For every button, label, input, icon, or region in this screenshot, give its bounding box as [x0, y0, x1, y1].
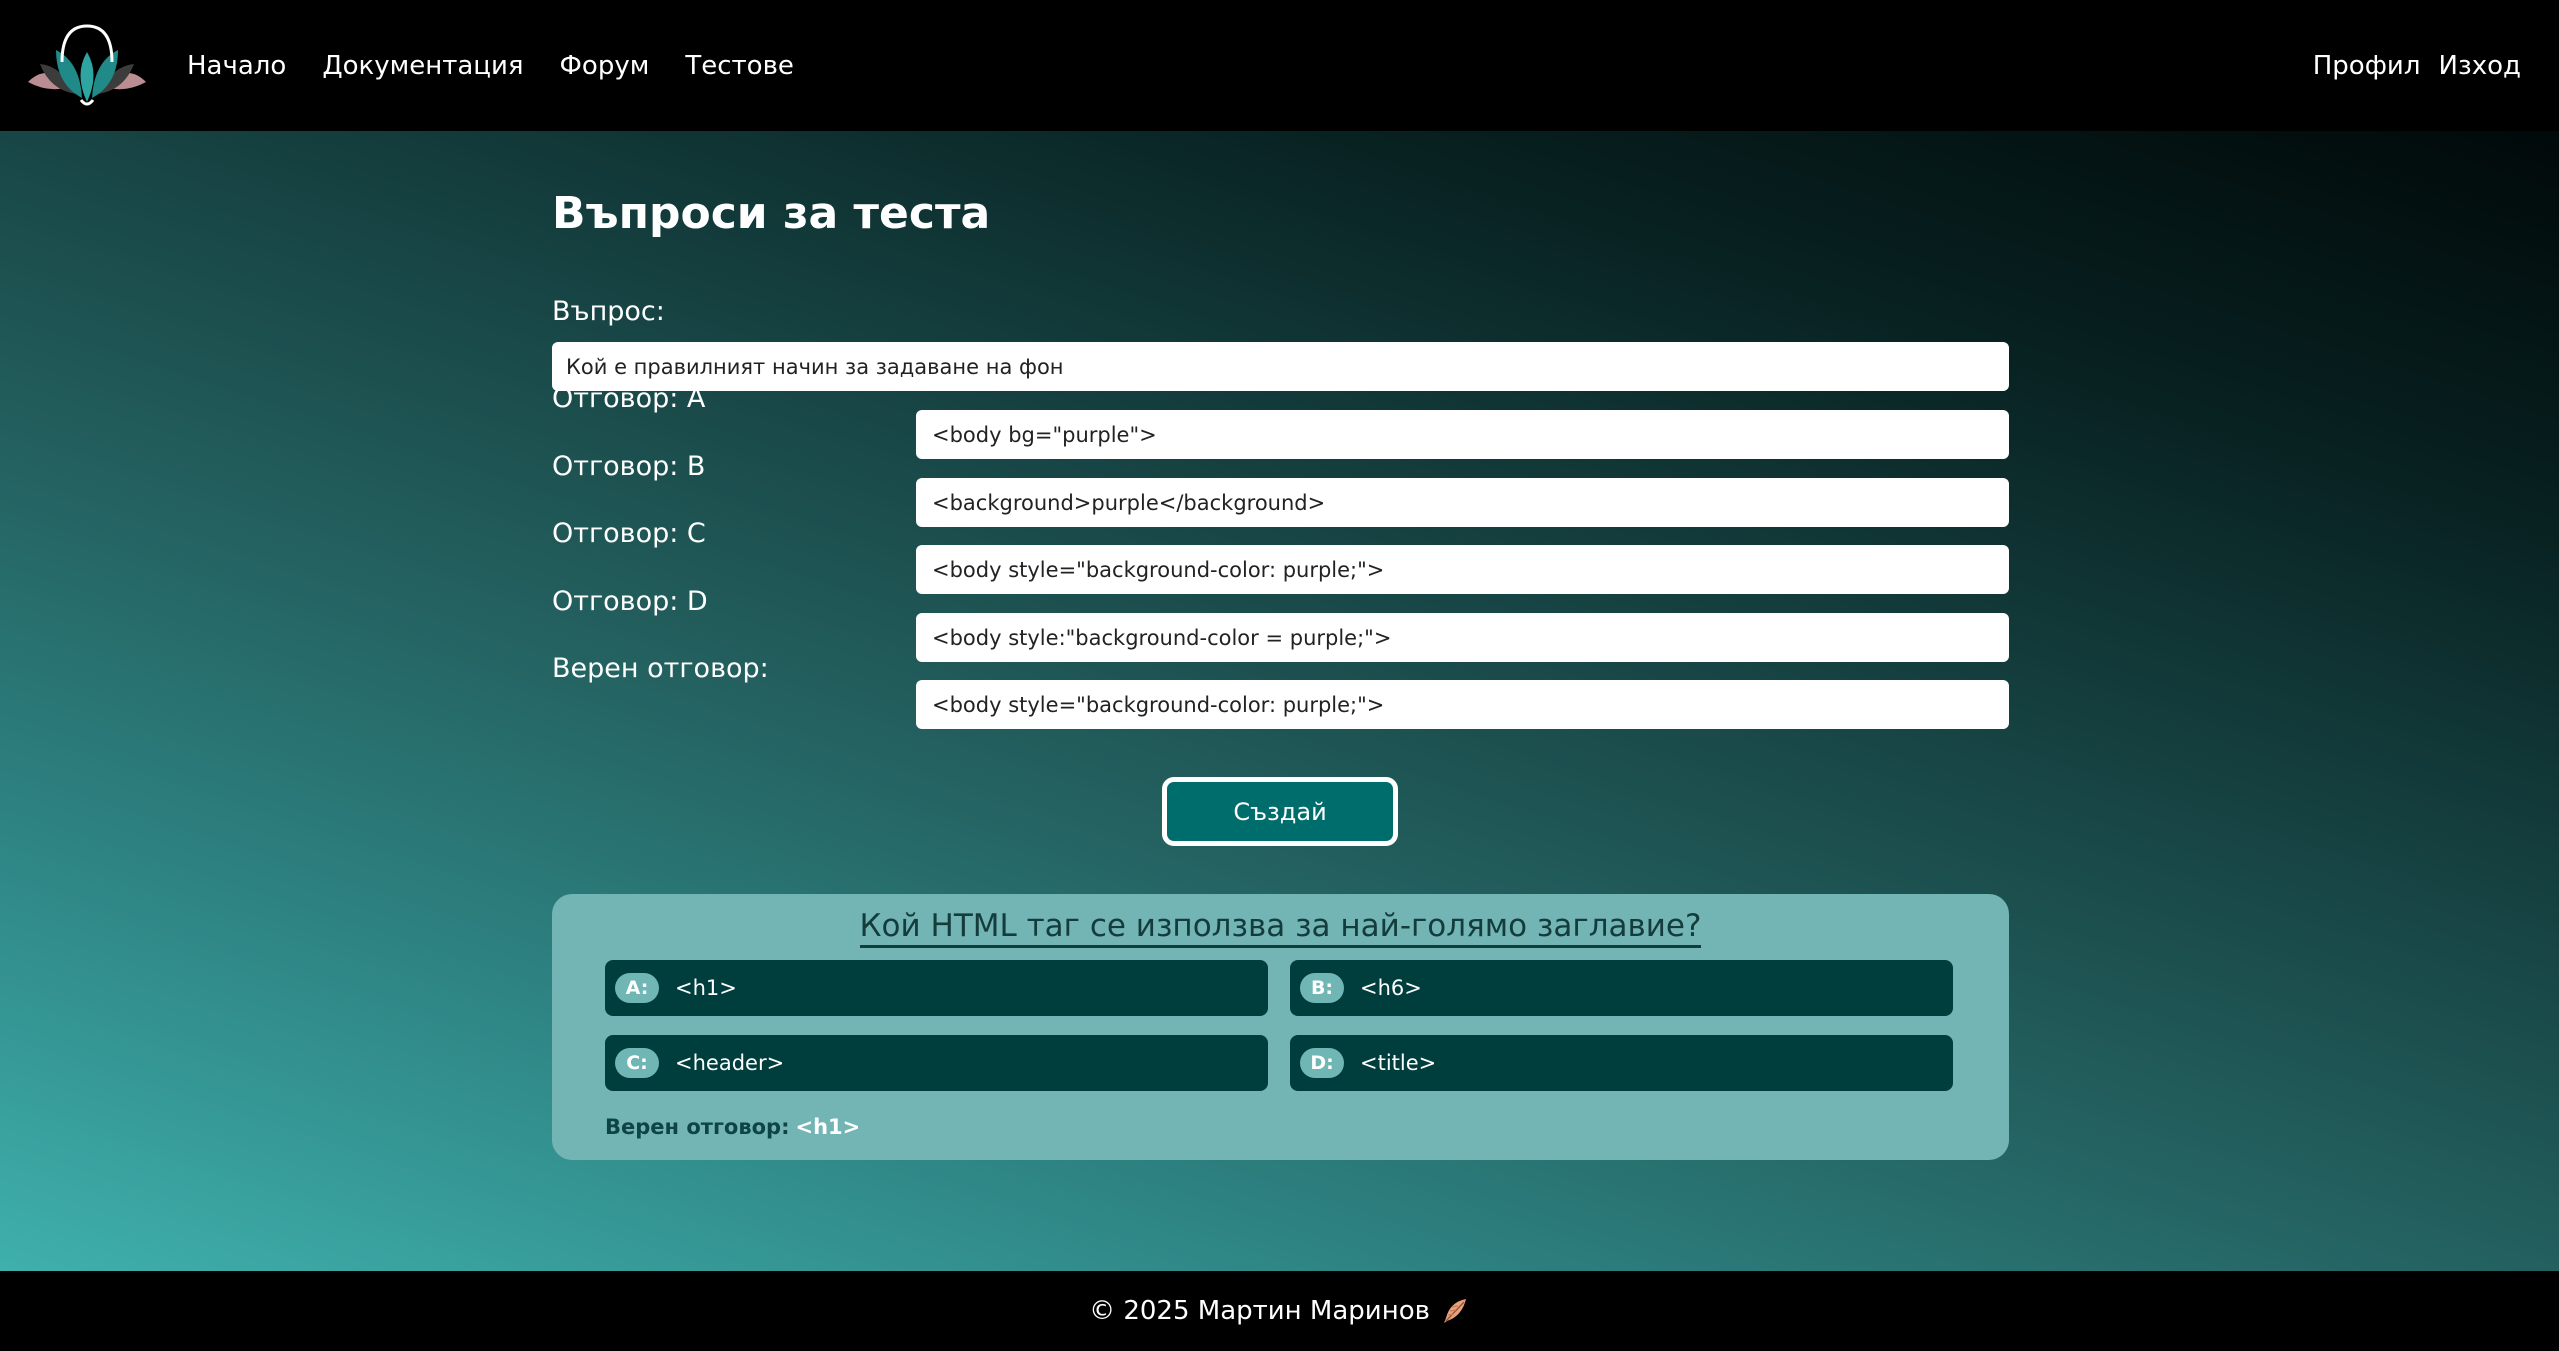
answer-d-input[interactable]: [916, 613, 2009, 662]
nav-link-home[interactable]: Начало: [187, 51, 286, 81]
answer-d-label: Отговор: D: [552, 586, 708, 617]
option-b: B: <h6>: [1290, 960, 1953, 1016]
card-correct-label: Верен отговор:: [605, 1115, 790, 1139]
card-correct-value: <h1>: [795, 1115, 861, 1139]
main-content: Въпроси за теста Въпрос: Отговор: A Отго…: [0, 131, 2559, 1271]
option-d-text: <title>: [1360, 1051, 1437, 1075]
answer-b-label: Отговор: B: [552, 451, 706, 482]
correct-answer-input[interactable]: [916, 680, 2009, 729]
option-c-badge: C:: [615, 1048, 659, 1078]
answer-a-label: Отговор: A: [552, 383, 706, 414]
option-b-text: <h6>: [1360, 976, 1422, 1000]
question-label: Въпрос:: [552, 296, 665, 327]
footer-copyright: © 2025 Мартин Маринов: [1089, 1296, 1430, 1326]
nav-link-forum[interactable]: Форум: [560, 51, 650, 81]
user-nav: Профил Изход: [2313, 0, 2521, 131]
nav-link-logout[interactable]: Изход: [2438, 51, 2521, 81]
option-c: C: <header>: [605, 1035, 1268, 1091]
lotus-logo-icon[interactable]: [20, 22, 154, 106]
card-correct-answer: Верен отговор: <h1>: [605, 1115, 860, 1139]
option-c-text: <header>: [675, 1051, 785, 1075]
top-navbar: Начало Документация Форум Тестове Профил…: [0, 0, 2559, 131]
page-title: Въпроси за теста: [552, 188, 991, 239]
card-question-text: Кой HTML таг се използва за най-голямо з…: [859, 908, 1702, 948]
create-button[interactable]: Създай: [1162, 777, 1398, 846]
option-a: A: <h1>: [605, 960, 1268, 1016]
nav-link-tests[interactable]: Тестове: [685, 51, 794, 81]
footer: © 2025 Мартин Маринов: [0, 1271, 2559, 1351]
question-card: Кой HTML таг се използва за най-голямо з…: [552, 894, 2009, 1160]
answer-b-input[interactable]: [916, 478, 2009, 527]
correct-answer-label: Верен отговор:: [552, 653, 769, 684]
option-a-badge: A:: [615, 973, 659, 1003]
answer-a-input[interactable]: [916, 410, 2009, 459]
option-d: D: <title>: [1290, 1035, 1953, 1091]
question-input[interactable]: [552, 342, 2009, 391]
main-nav: Начало Документация Форум Тестове: [187, 0, 794, 131]
nav-link-profile[interactable]: Профил: [2313, 51, 2421, 81]
option-b-badge: B:: [1300, 973, 1344, 1003]
option-a-text: <h1>: [675, 976, 737, 1000]
answer-c-label: Отговор: C: [552, 518, 706, 549]
feather-icon: [1440, 1296, 1470, 1326]
answer-c-input[interactable]: [916, 545, 2009, 594]
nav-link-docs[interactable]: Документация: [322, 51, 523, 81]
option-d-badge: D:: [1300, 1048, 1344, 1078]
